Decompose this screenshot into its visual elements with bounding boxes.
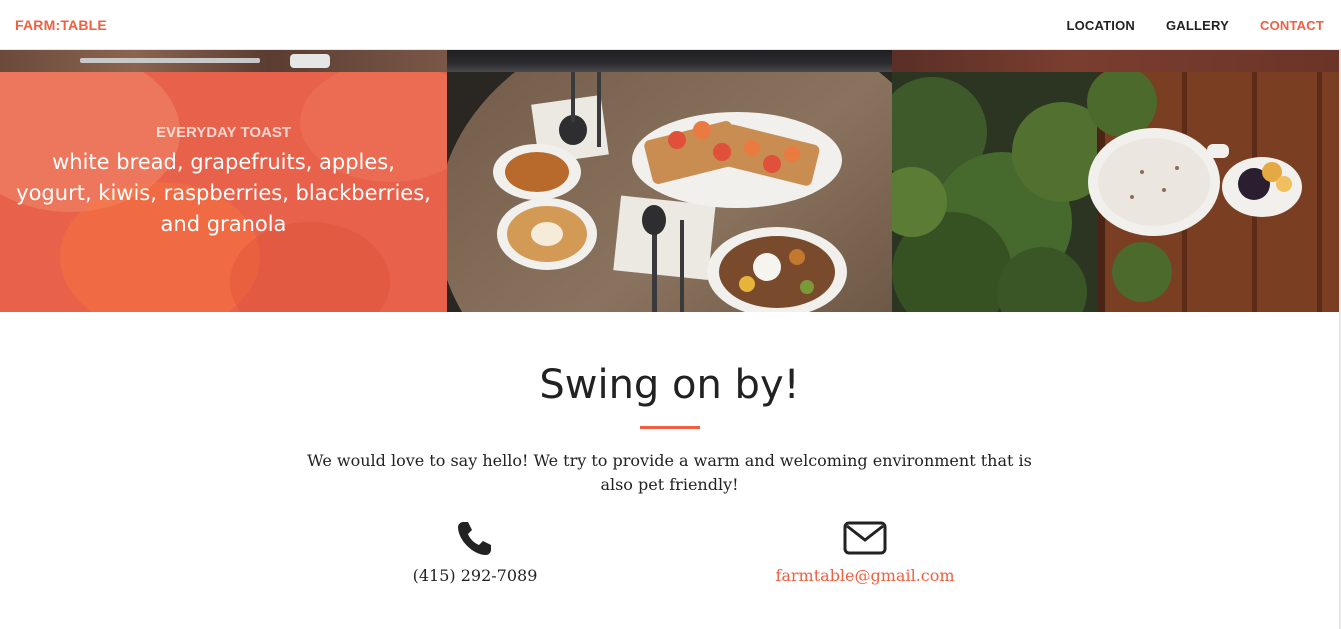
email-link[interactable]: farmtable@gmail.com — [745, 566, 985, 585]
gallery-tile-coffee-plants[interactable] — [892, 72, 1339, 312]
nav-link-location[interactable]: LOCATION — [1066, 18, 1135, 33]
gallery-tile-everyday-toast[interactable]: EVERYDAY TOAST white bread, grapefruits,… — [0, 72, 447, 312]
nav-links: LOCATION GALLERY CONTACT — [1035, 18, 1324, 33]
breakfast-table-image — [447, 72, 892, 312]
gallery-image-previous-3[interactable] — [892, 50, 1339, 72]
gallery-image-previous-1[interactable] — [0, 50, 447, 72]
contact-email: farmtable@gmail.com — [745, 518, 985, 585]
gallery-caption: EVERYDAY TOAST white bread, grapefruits,… — [0, 72, 447, 312]
envelope-icon — [843, 521, 887, 555]
nav-link-gallery[interactable]: GALLERY — [1166, 18, 1229, 33]
contact-phone: (415) 292-7089 — [355, 518, 595, 585]
navbar: FARM:TABLE LOCATION GALLERY CONTACT — [0, 0, 1341, 50]
caption-category: EVERYDAY TOAST — [155, 124, 292, 141]
phone-icon — [458, 522, 491, 555]
contact-section: Swing on by! We would love to say hello!… — [0, 312, 1339, 629]
coffee-plants-image — [892, 72, 1339, 312]
gallery-previous-row — [0, 50, 1339, 72]
nav-link-contact[interactable]: CONTACT — [1260, 18, 1324, 33]
section-divider — [640, 426, 700, 429]
caption-name: white bread, grapefruits, apples, yogurt… — [16, 150, 431, 236]
cutlery-image — [80, 54, 330, 68]
phone-number[interactable]: (415) 292-7089 — [355, 566, 595, 585]
gallery-tile-breakfast-table[interactable] — [447, 72, 892, 312]
contact-description: We would love to say hello! We try to pr… — [307, 451, 1032, 494]
gallery-image-previous-2[interactable] — [447, 50, 892, 72]
contact-title: Swing on by! — [539, 362, 800, 408]
brand-logo[interactable]: FARM:TABLE — [15, 17, 107, 33]
gallery: EVERYDAY TOAST white bread, grapefruits,… — [0, 72, 1339, 312]
